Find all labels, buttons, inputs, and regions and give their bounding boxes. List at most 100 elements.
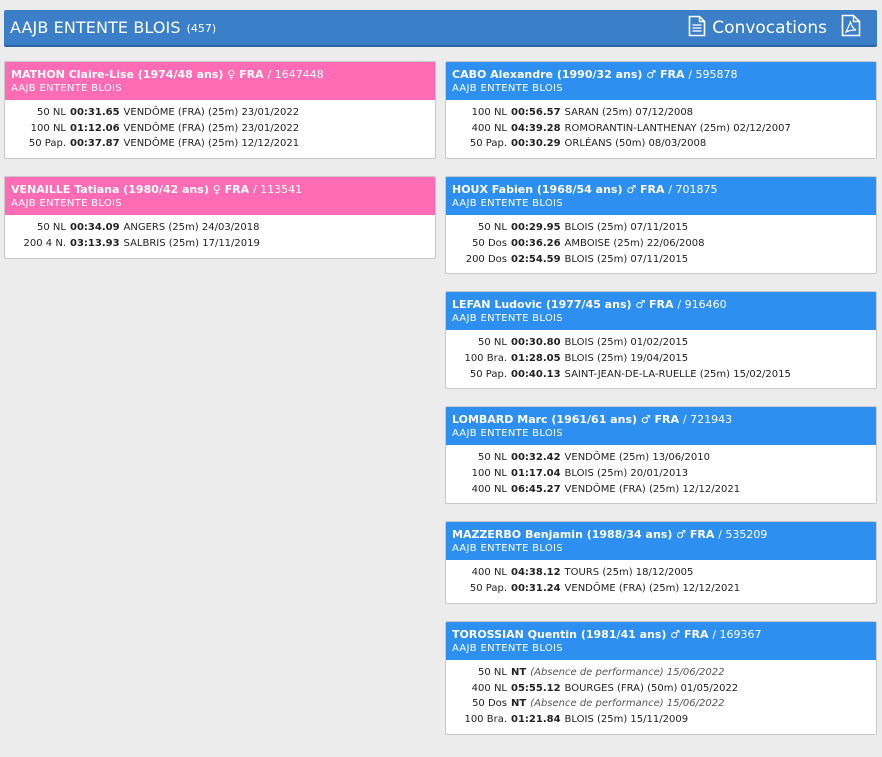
performance-row: 400 NL 04:39.28 ROMORANTIN-LANTHENAY (25m)… xyxy=(446,121,876,137)
performance-venue-date: ANGERS (25m) 24/03/2018 xyxy=(123,222,260,234)
performance-venue-date: BLOIS (25m) 01/02/2015 xyxy=(564,337,689,349)
performance-venue-date: ROMORANTIN-LANTHENAY (25m) 02/12/2007 xyxy=(564,122,791,134)
swimmer-name: HOUX Fabien (1968/54 ans) ♂ FRA xyxy=(452,183,665,197)
event-name: 400 NL xyxy=(471,483,507,495)
performance-row: 50 NL 00:32.42 VENDÔME (25m) 13/06/2010 xyxy=(446,450,876,466)
performance-venue-date: VENDÔME (FRA) (25m) 12/12/2021 xyxy=(564,483,741,495)
swimmer-card-venaille[interactable]: VENAILLE Tatiana (1980/42 ans) ♀ FRA / 1… xyxy=(4,176,436,259)
performance-row: 50 Pap. 00:31.24 VENDÔME (FRA) (25m) 12/12… xyxy=(446,581,876,597)
swimmer-card-houx[interactable]: HOUX Fabien (1968/54 ans) ♂ FRA / 701875… xyxy=(445,176,877,275)
club-name: AAJB ENTENTE BLOIS xyxy=(11,83,122,94)
best-time: NT xyxy=(511,698,527,710)
swimmer-name-line: LOMBARD Marc (1961/61 ans) ♂ FRA / 72194… xyxy=(452,412,870,427)
performance-row: 50 Pap. 00:30.29 ORLÉANS (50m) 08/03/2008 xyxy=(446,136,876,152)
swimmer-card-header[interactable]: LEFAN Ludovic (1977/45 ans) ♂ FRA / 9164… xyxy=(446,292,876,331)
performance-venue-date: AMBOISE (25m) 22/06/2008 xyxy=(564,237,705,249)
swimmer-name-line: MATHON Claire-Lise (1974/48 ans) ♀ FRA /… xyxy=(11,67,429,82)
performance-venue-date: VENDÔME (FRA) (25m) 12/12/2021 xyxy=(564,583,741,595)
swimmer-card-header[interactable]: CABO Alexandre (1990/32 ans) ♂ FRA / 595… xyxy=(446,62,876,100)
performance-row: 50 Pap. 00:40.13 SAINT-JEAN-DE-LA-RUELLE (… xyxy=(446,367,876,383)
best-time: 00:30.29 xyxy=(511,138,561,150)
swimmer-name: LEFAN Ludovic (1977/45 ans) ♂ FRA xyxy=(452,298,674,312)
performance-row: 50 NL 00:31.65 VENDÔME (FRA) (25m) 23/01/2… xyxy=(5,105,435,121)
performance-row: 100 Bra. 01:28.05 BLOIS (25m) 19/04/2015 xyxy=(446,351,876,367)
event-name: 50 NL xyxy=(478,222,507,234)
performance-row: 50 NL 00:30.80 BLOIS (25m) 01/02/2015 xyxy=(446,335,876,351)
performance-venue-date: BLOIS (25m) 07/11/2015 xyxy=(564,253,689,265)
event-name: 400 NL xyxy=(471,567,507,579)
performance-venue-date: BOURGES (FRA) (50m) 01/05/2022 xyxy=(564,682,739,694)
best-time: 03:13.93 xyxy=(70,237,120,249)
best-time: 00:30.80 xyxy=(511,337,561,349)
performance-row: 400 NL 04:38.12 TOURS (25m) 18/12/2005 xyxy=(446,565,876,581)
license-number: / 701875 xyxy=(668,183,718,197)
swimmer-card-torossian[interactable]: TOROSSIAN Quentin (1981/41 ans) ♂ FRA / … xyxy=(445,620,877,735)
swimmer-card-mathon[interactable]: MATHON Claire-Lise (1974/48 ans) ♀ FRA /… xyxy=(4,61,436,160)
performance-list: 50 NL 00:32.42 VENDÔME (25m) 13/06/2010 100… xyxy=(446,445,876,503)
event-name: 50 NL xyxy=(37,222,66,234)
club-header: AAJB ENTENTE BLOIS (457) Convocations xyxy=(4,10,877,47)
event-name: 200 Dos xyxy=(465,253,507,265)
convocations-button[interactable]: Convocations xyxy=(688,15,827,41)
swimmer-card-header[interactable]: MAZZERBO Benjamin (1988/34 ans) ♂ FRA / … xyxy=(446,522,876,561)
best-time: 06:45.27 xyxy=(511,483,561,495)
event-name: 50 Dos xyxy=(472,698,507,710)
right-column: CABO Alexandre (1990/32 ans) ♂ FRA / 595… xyxy=(445,61,877,752)
event-name: 50 NL xyxy=(478,337,507,349)
best-time: 00:37.87 xyxy=(70,138,120,150)
performance-row: 50 NL 00:29.95 BLOIS (25m) 07/11/2015 xyxy=(446,220,876,236)
swimmer-card-mazzerbo[interactable]: MAZZERBO Benjamin (1988/34 ans) ♂ FRA / … xyxy=(445,521,877,604)
club-name: AAJB ENTENTE BLOIS xyxy=(452,543,563,555)
performance-row: 50 Dos NT (Absence de performance) 15/06/2… xyxy=(446,696,876,712)
swimmer-card-header[interactable]: MATHON Claire-Lise (1974/48 ans) ♀ FRA /… xyxy=(5,62,435,100)
performance-venue-date: VENDÔME (FRA) (25m) 23/01/2022 xyxy=(123,122,300,134)
best-time: 00:31.65 xyxy=(70,107,120,118)
performance-list: 50 NL 00:31.65 VENDÔME (FRA) (25m) 23/01/2… xyxy=(5,100,435,158)
event-name: 400 NL xyxy=(471,122,507,134)
club-name: AAJB ENTENTE BLOIS xyxy=(11,198,122,210)
swimmer-card-cabo[interactable]: CABO Alexandre (1990/32 ans) ♂ FRA / 595… xyxy=(445,61,877,160)
pdf-export-button[interactable] xyxy=(841,14,861,41)
best-time: 01:28.05 xyxy=(511,352,561,364)
best-time: 05:55.12 xyxy=(511,682,561,694)
performance-venue-date: TOURS (25m) 18/12/2005 xyxy=(564,567,694,579)
document-icon xyxy=(688,15,706,41)
event-name: 50 Pap. xyxy=(469,368,507,380)
performance-venue-date: SAINT-JEAN-DE-LA-RUELLE (25m) 15/02/2015 xyxy=(564,368,791,380)
swimmer-name-line: CABO Alexandre (1990/32 ans) ♂ FRA / 595… xyxy=(452,67,870,82)
license-number: / 169367 xyxy=(712,627,762,641)
performance-list: 400 NL 04:38.12 TOURS (25m) 18/12/2005 50 P… xyxy=(446,560,876,602)
swimmer-card-header[interactable]: HOUX Fabien (1968/54 ans) ♂ FRA / 701875… xyxy=(446,177,876,216)
performance-row: 100 NL 01:12.06 VENDÔME (FRA) (25m) 23/01/… xyxy=(5,121,435,137)
event-name: 200 4 N. xyxy=(23,237,66,249)
performance-venue-date: VENDÔME (25m) 13/06/2010 xyxy=(564,452,710,464)
best-time: 04:39.28 xyxy=(511,122,561,134)
best-time: 00:40.13 xyxy=(511,368,561,380)
best-time: 00:29.95 xyxy=(511,222,561,234)
swimmer-name-line: TOROSSIAN Quentin (1981/41 ans) ♂ FRA / … xyxy=(452,627,870,642)
swimmer-count: (457) xyxy=(186,22,217,35)
swimmer-card-header[interactable]: TOROSSIAN Quentin (1981/41 ans) ♂ FRA / … xyxy=(446,621,876,660)
swimmer-card-lombard[interactable]: LOMBARD Marc (1961/61 ans) ♂ FRA / 72194… xyxy=(445,406,877,505)
best-time: 04:38.12 xyxy=(511,567,561,579)
performance-venue-date: BLOIS (25m) 15/11/2009 xyxy=(564,713,689,725)
performance-row: 50 NL NT (Absence de performance) 15/06/20… xyxy=(446,665,876,681)
swimmer-card-lefan[interactable]: LEFAN Ludovic (1977/45 ans) ♂ FRA / 9164… xyxy=(445,291,877,390)
swimmer-card-header[interactable]: VENAILLE Tatiana (1980/42 ans) ♀ FRA / 1… xyxy=(5,177,435,216)
license-number: / 535209 xyxy=(718,528,768,542)
performance-list: 50 NL 00:30.80 BLOIS (25m) 01/02/2015 100 B… xyxy=(446,330,876,388)
no-performance-note: (Absence de performance) 15/06/2022 xyxy=(530,698,725,710)
best-time: 01:21.84 xyxy=(511,713,561,725)
swimmer-name-line: MAZZERBO Benjamin (1988/34 ans) ♂ FRA / … xyxy=(452,527,870,542)
swimmer-name-line: LEFAN Ludovic (1977/45 ans) ♂ FRA / 9164… xyxy=(452,297,870,312)
swimmer-card-header[interactable]: LOMBARD Marc (1961/61 ans) ♂ FRA / 72194… xyxy=(446,407,876,446)
event-name: 100 NL xyxy=(471,468,507,480)
best-time: 01:12.06 xyxy=(70,122,120,134)
best-time: 00:36.26 xyxy=(511,237,561,249)
performance-row: 50 Dos 00:36.26 AMBOISE (25m) 22/06/2008 xyxy=(446,236,876,252)
performance-list: 50 NL NT (Absence de performance) 15/06/20… xyxy=(446,660,876,734)
performance-row: 400 NL 05:55.12 BOURGES (FRA) (50m) 01/05/… xyxy=(446,681,876,697)
performance-row: 400 NL 06:45.27 VENDÔME (FRA) (25m) 12/12/… xyxy=(446,482,876,498)
swimmer-name-line: VENAILLE Tatiana (1980/42 ans) ♀ FRA / 1… xyxy=(11,182,429,197)
event-name: 400 NL xyxy=(471,682,507,694)
